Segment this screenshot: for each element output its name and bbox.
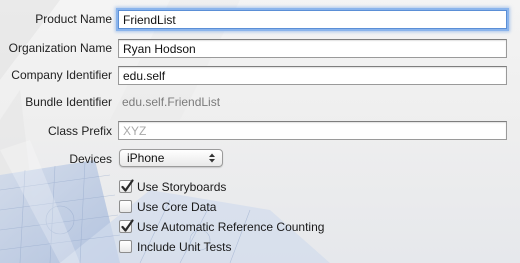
product-name-label: Product Name	[35, 12, 112, 26]
use-arc-checkbox[interactable]	[119, 219, 134, 233]
devices-label: Devices	[69, 152, 112, 166]
company-identifier-field[interactable]	[118, 66, 507, 85]
organization-name-label: Organization Name	[8, 41, 112, 55]
include-unit-tests-checkbox[interactable]	[119, 240, 132, 253]
organization-name-field[interactable]	[118, 39, 507, 58]
use-core-data-checkbox[interactable]	[119, 200, 132, 213]
include-unit-tests-label: Include Unit Tests	[137, 240, 232, 254]
checkmark-icon	[121, 179, 134, 192]
use-storyboards-checkbox[interactable]	[119, 179, 134, 193]
use-arc-label: Use Automatic Reference Counting	[137, 220, 325, 234]
up-down-arrows-icon	[209, 153, 215, 163]
bundle-identifier-label: Bundle Identifier	[25, 95, 112, 109]
devices-popup-button[interactable]: iPhone	[119, 149, 223, 167]
use-core-data-label: Use Core Data	[137, 200, 217, 214]
class-prefix-field[interactable]	[118, 121, 507, 140]
class-prefix-label: Class Prefix	[47, 124, 112, 138]
use-storyboards-label: Use Storyboards	[137, 180, 227, 194]
checkmark-icon	[121, 219, 134, 232]
devices-selected-value: iPhone	[127, 151, 165, 165]
company-identifier-label: Company Identifier	[11, 68, 112, 82]
bundle-identifier-value: edu.self.FriendList	[122, 95, 221, 109]
product-name-field[interactable]	[118, 10, 507, 29]
